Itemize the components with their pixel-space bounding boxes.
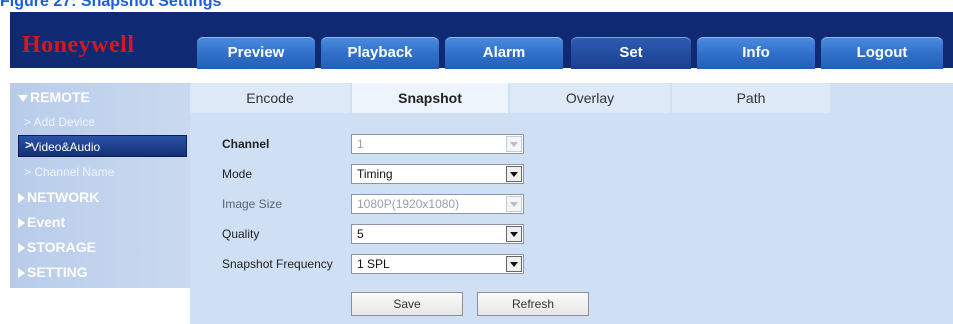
sidebar-item-event[interactable]: Event: [18, 214, 65, 230]
sidebar-item-storage[interactable]: STORAGE: [18, 239, 96, 255]
tab-preview[interactable]: Preview: [197, 37, 315, 69]
sidebar-item-remote[interactable]: REMOTE: [18, 89, 90, 105]
subtab-snapshot[interactable]: Snapshot: [352, 83, 508, 113]
tab-info[interactable]: Info: [697, 37, 815, 69]
sidebar-item-setting[interactable]: SETTING: [18, 264, 88, 280]
snapshot-frequency-select[interactable]: 1 SPL: [351, 254, 524, 274]
subtab-path[interactable]: Path: [672, 83, 830, 113]
tab-logout[interactable]: Logout: [821, 37, 943, 69]
sidebar-item-network[interactable]: NETWORK: [18, 189, 99, 205]
sidebar-item-video-audio[interactable]: > Video&Audio: [18, 135, 187, 157]
image-size-select[interactable]: 1080P(1920x1080): [351, 194, 524, 214]
subtab-overlay[interactable]: Overlay: [510, 83, 670, 113]
snapshot-frequency-label: Snapshot Frequency: [222, 257, 333, 271]
sidebar: REMOTE > Add Device > Video&Audio > Chan…: [10, 83, 190, 324]
dropdown-arrow-icon: [506, 196, 522, 212]
settings-panel: Encode Snapshot Overlay Path Channel 1 M…: [190, 83, 953, 324]
tab-set[interactable]: Set: [571, 37, 691, 69]
tab-playback[interactable]: Playback: [321, 37, 439, 69]
dropdown-arrow-icon: [506, 256, 522, 272]
channel-select[interactable]: 1: [351, 134, 524, 154]
dropdown-arrow-icon: [506, 136, 522, 152]
collapse-arrow-icon: [18, 193, 25, 204]
subtab-encode[interactable]: Encode: [190, 83, 350, 113]
sidebar-item-add-device[interactable]: > Add Device: [24, 115, 95, 129]
sidebar-footer: [10, 288, 190, 324]
collapse-arrow-icon: [18, 268, 25, 279]
collapse-arrow-icon: [18, 243, 25, 254]
mode-select[interactable]: Timing: [351, 164, 524, 184]
refresh-button[interactable]: Refresh: [477, 292, 589, 316]
image-size-label: Image Size: [222, 197, 283, 211]
channel-label: Channel: [222, 137, 270, 151]
save-button[interactable]: Save: [351, 292, 463, 316]
dropdown-arrow-icon: [506, 226, 522, 242]
quality-select[interactable]: 5: [351, 224, 524, 244]
honeywell-logo: Honeywell: [22, 32, 135, 58]
quality-label: Quality: [222, 227, 260, 241]
tab-alarm[interactable]: Alarm: [445, 37, 563, 69]
mode-label: Mode: [222, 167, 253, 181]
sidebar-item-channel-name[interactable]: > Channel Name: [24, 165, 114, 179]
dropdown-arrow-icon: [506, 166, 522, 182]
collapse-arrow-icon: [18, 218, 25, 229]
expand-arrow-icon: [18, 94, 28, 102]
